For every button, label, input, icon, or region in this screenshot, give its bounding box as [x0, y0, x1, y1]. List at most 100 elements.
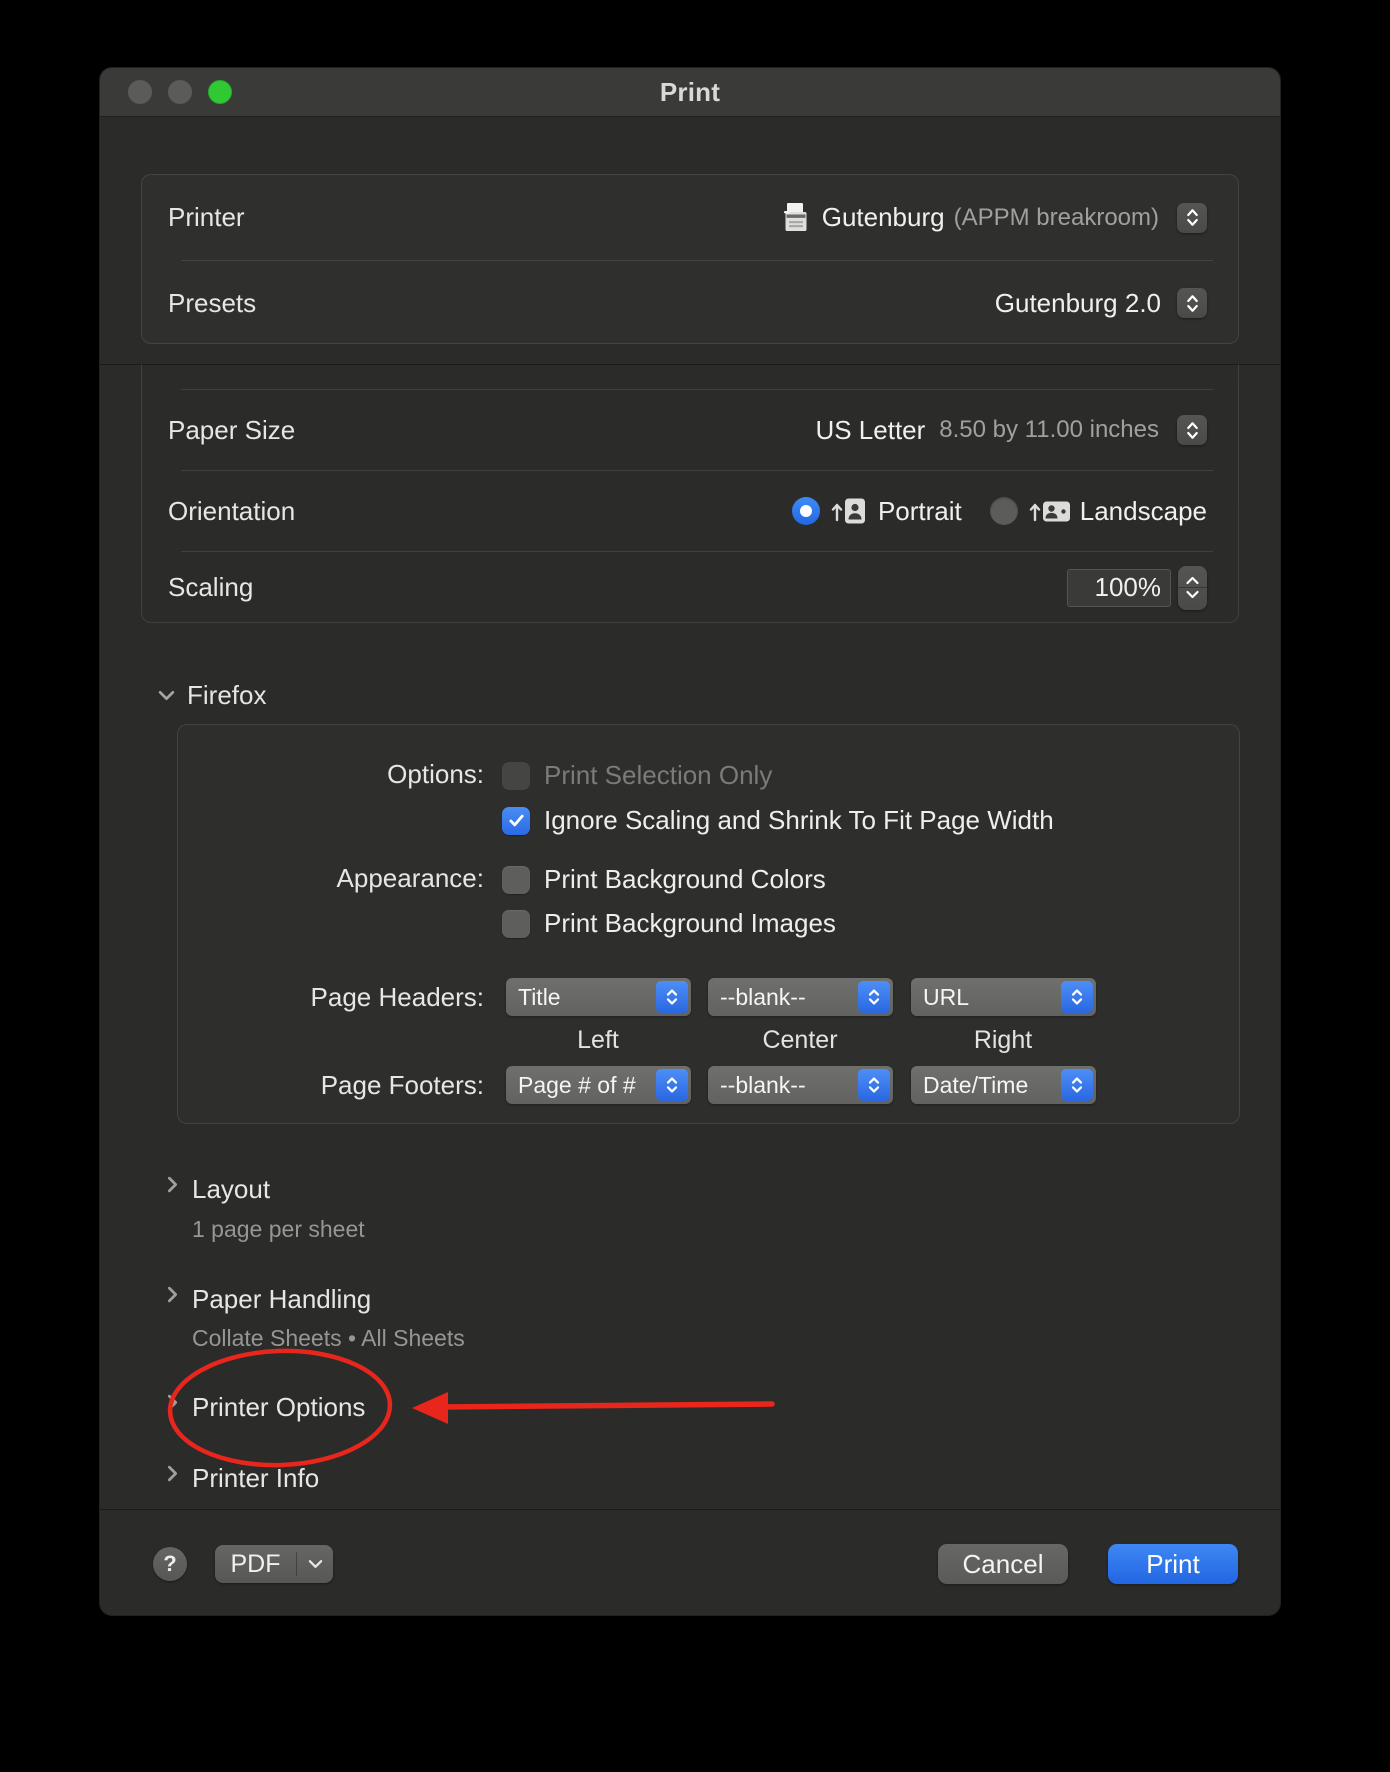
chevron-up-down-icon [1061, 1069, 1093, 1101]
landscape-orientation-icon [1028, 495, 1072, 527]
presets-value: Gutenburg 2.0 [995, 288, 1161, 319]
zoom-window-button[interactable] [208, 80, 232, 104]
printer-label: Printer [168, 202, 245, 233]
header-center-select[interactable]: --blank-- [708, 978, 893, 1016]
chevron-up-down-icon [656, 981, 688, 1013]
paper-size-label: Paper Size [168, 415, 295, 446]
chevron-up-down-icon [858, 1069, 890, 1101]
select-value: Date/Time [923, 1072, 1028, 1099]
scaling-stepper[interactable] [1178, 566, 1207, 610]
orientation-label: Orientation [168, 496, 295, 527]
printer-name: Gutenburg [822, 202, 945, 233]
printer-chevron-up-down-icon[interactable] [1177, 203, 1207, 233]
screenshot-canvas: Print Printer [0, 0, 1390, 1772]
footer-separator [100, 1509, 1280, 1510]
print-selection-label: Print Selection Only [544, 760, 772, 791]
print-dialog-window: Print Printer [100, 68, 1280, 1615]
footer-right-select[interactable]: Date/Time [911, 1066, 1096, 1104]
chevron-down-icon [158, 690, 175, 701]
scaling-controls: 100% [1067, 566, 1207, 610]
column-label-right: Right [974, 1026, 1032, 1055]
scaling-input[interactable]: 100% [1067, 569, 1171, 607]
section-paper-handling[interactable]: Paper Handling [192, 1284, 371, 1315]
header-right-select[interactable]: URL [911, 978, 1096, 1016]
select-value: --blank-- [720, 1072, 806, 1099]
section-printer-info[interactable]: Printer Info [192, 1463, 319, 1494]
bg-colors-label: Print Background Colors [544, 864, 826, 895]
section-printer-options[interactable]: Printer Options [192, 1392, 365, 1423]
section-paper-handling-summary: Collate Sheets • All Sheets [192, 1325, 465, 1352]
column-label-center: Center [762, 1026, 837, 1055]
header-left-select[interactable]: Title [506, 978, 691, 1016]
orientation-controls: Portrait Landscape [792, 495, 1207, 527]
scaling-label: Scaling [168, 572, 253, 603]
printer-presets-group: Printer Gutenburg (APPM breakroom [141, 174, 1239, 344]
section-layout[interactable]: Layout [192, 1174, 270, 1205]
select-value: URL [923, 984, 969, 1011]
orientation-row: Orientation Portrait [142, 471, 1238, 551]
print-button[interactable]: Print [1108, 1544, 1238, 1584]
chevron-right-icon [166, 1465, 178, 1482]
page-footers-label: Page Footers: [178, 1070, 484, 1101]
landscape-radio[interactable] [990, 497, 1018, 525]
bg-colors-option: Print Background Colors [502, 864, 826, 895]
presets-popup[interactable]: Gutenburg 2.0 [995, 288, 1207, 319]
firefox-options-box: Options: Print Selection Only Ignore Sca… [177, 724, 1240, 1124]
cancel-button[interactable]: Cancel [938, 1544, 1068, 1584]
paper-size-popup[interactable]: US Letter 8.50 by 11.00 inches [815, 415, 1207, 446]
printer-popup[interactable]: Gutenburg (APPM breakroom) [783, 201, 1207, 234]
portrait-orientation-icon [830, 495, 870, 527]
bg-images-checkbox[interactable] [502, 910, 530, 938]
chevron-up-down-icon [656, 1069, 688, 1101]
printer-location: (APPM breakroom) [954, 204, 1159, 232]
bg-images-option: Print Background Images [502, 908, 836, 939]
section-title: Layout [192, 1174, 270, 1205]
window-title: Print [660, 77, 720, 108]
section-layout-summary: 1 page per sheet [192, 1216, 365, 1243]
help-button[interactable]: ? [153, 1547, 187, 1581]
chevron-up-down-icon [1061, 981, 1093, 1013]
minimize-window-button[interactable] [168, 80, 192, 104]
section-title: Printer Options [192, 1392, 365, 1423]
portrait-label[interactable]: Portrait [878, 496, 962, 527]
chevron-right-icon [166, 1176, 178, 1193]
select-value: Page # of # [518, 1072, 636, 1099]
select-value: --blank-- [720, 984, 806, 1011]
print-selection-option: Print Selection Only [502, 760, 772, 791]
firefox-section-header[interactable]: Firefox [158, 680, 266, 711]
ignore-scaling-checkbox[interactable] [502, 807, 530, 835]
paper-size-row: Paper Size US Letter 8.50 by 11.00 inche… [142, 390, 1238, 470]
options-label: Options: [178, 759, 484, 790]
paper-size-chevron-up-down-icon[interactable] [1177, 415, 1207, 445]
page-setup-group: Paper Size US Letter 8.50 by 11.00 inche… [141, 364, 1239, 623]
presets-chevron-up-down-icon[interactable] [1177, 288, 1207, 318]
printer-row: Printer Gutenburg (APPM breakroom [142, 175, 1238, 260]
portrait-radio[interactable] [792, 497, 820, 525]
printer-icon [783, 201, 810, 234]
pdf-menu-button[interactable]: PDF [215, 1545, 333, 1583]
close-window-button[interactable] [128, 80, 152, 104]
section-title: Printer Info [192, 1463, 319, 1494]
ignore-scaling-option: Ignore Scaling and Shrink To Fit Page Wi… [502, 805, 1054, 836]
chevron-down-icon [297, 1559, 333, 1569]
ignore-scaling-label: Ignore Scaling and Shrink To Fit Page Wi… [544, 805, 1054, 836]
landscape-label[interactable]: Landscape [1080, 496, 1207, 527]
traffic-lights [128, 80, 232, 104]
chevron-up-down-icon [858, 981, 890, 1013]
footer-left-select[interactable]: Page # of # [506, 1066, 691, 1104]
bg-images-label: Print Background Images [544, 908, 836, 939]
chevron-right-icon [166, 1394, 178, 1411]
print-selection-checkbox[interactable] [502, 762, 530, 790]
pdf-button-label: PDF [215, 1550, 296, 1579]
column-label-left: Left [577, 1026, 619, 1055]
section-title: Paper Handling [192, 1284, 371, 1315]
bg-colors-checkbox[interactable] [502, 866, 530, 894]
title-bar: Print [100, 68, 1280, 117]
select-value: Title [518, 984, 561, 1011]
firefox-section-title: Firefox [187, 680, 266, 711]
page-headers-label: Page Headers: [178, 982, 484, 1013]
appearance-label: Appearance: [178, 863, 484, 894]
chevron-right-icon [166, 1286, 178, 1303]
presets-row: Presets Gutenburg 2.0 [142, 261, 1238, 345]
footer-center-select[interactable]: --blank-- [708, 1066, 893, 1104]
